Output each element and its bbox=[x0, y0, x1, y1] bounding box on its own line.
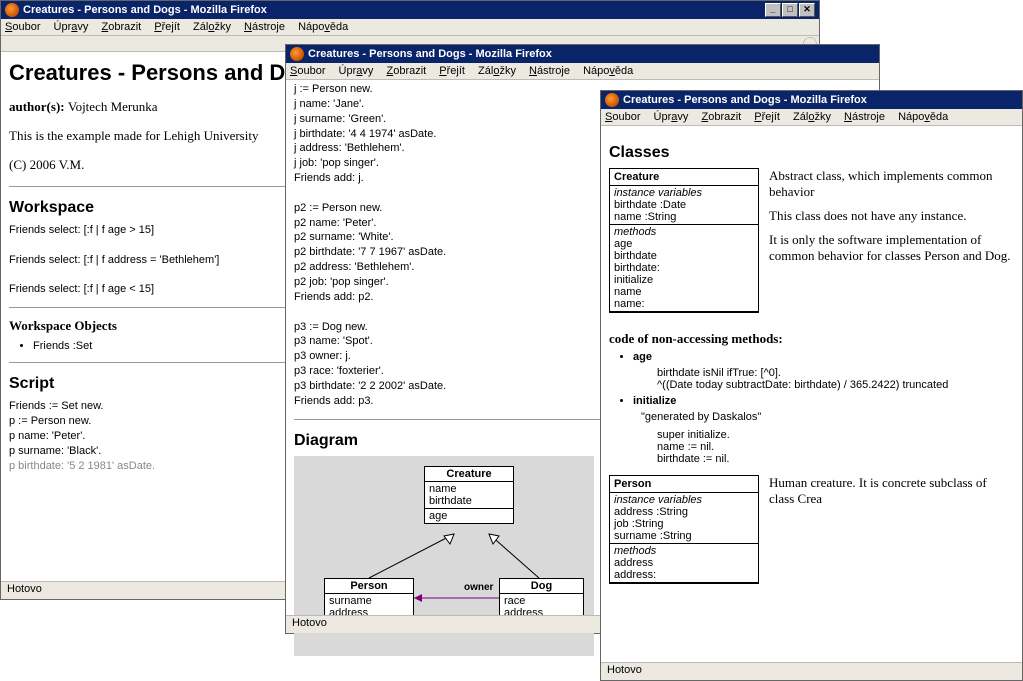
close-button[interactable]: ✕ bbox=[799, 3, 815, 17]
titlebar[interactable]: Creatures - Persons and Dogs - Mozilla F… bbox=[601, 91, 1022, 109]
menubar: Soubor Úpravy Zobrazit Přejít Záložky Ná… bbox=[286, 63, 879, 80]
menu-item[interactable]: Přejít bbox=[154, 21, 180, 33]
firefox-icon bbox=[5, 3, 19, 17]
creature-desc: Abstract class, which implements common … bbox=[769, 168, 1014, 200]
method-bullet: initialize bbox=[633, 395, 1014, 407]
menu-item[interactable]: Záložky bbox=[193, 21, 231, 33]
maximize-button[interactable]: □ bbox=[782, 3, 798, 17]
creature-desc: It is only the software implementation o… bbox=[769, 232, 1014, 264]
menu-item[interactable]: Úpravy bbox=[54, 21, 89, 33]
menu-item[interactable]: Záložky bbox=[478, 65, 516, 77]
class-box-person: Person instance variables address :Strin… bbox=[609, 475, 759, 584]
titlebar[interactable]: Creatures - Persons and Dogs - Mozilla F… bbox=[1, 1, 819, 19]
menu-item[interactable]: Přejít bbox=[439, 65, 465, 77]
menu-item[interactable]: Zobrazit bbox=[101, 21, 141, 33]
menubar: Soubor Úpravy Zobrazit Přejít Záložky Ná… bbox=[601, 109, 1022, 126]
window-buttons: _ □ ✕ bbox=[765, 3, 815, 17]
menu-item[interactable]: Nápověda bbox=[898, 111, 948, 123]
classes-heading: Classes bbox=[609, 144, 1014, 162]
menu-item[interactable]: Nápověda bbox=[583, 65, 633, 77]
method-comment: "generated by Daskalos" bbox=[641, 411, 1014, 423]
menu-item[interactable]: Úpravy bbox=[339, 65, 374, 77]
window-3: Creatures - Persons and Dogs - Mozilla F… bbox=[600, 90, 1023, 681]
menu-item[interactable]: Nápověda bbox=[298, 21, 348, 33]
nonacc-heading: code of non-accessing methods: bbox=[609, 331, 1014, 347]
method-body: birthdate isNil ifTrue: [^0]. ^((Date to… bbox=[657, 367, 1014, 391]
method-bullet: age bbox=[633, 351, 1014, 363]
menu-item[interactable]: Soubor bbox=[5, 21, 40, 33]
window-title: Creatures - Persons and Dogs - Mozilla F… bbox=[308, 48, 552, 60]
menu-item[interactable]: Přejít bbox=[754, 111, 780, 123]
menu-item[interactable]: Nástroje bbox=[529, 65, 570, 77]
statusbar: Hotovo bbox=[601, 662, 1022, 680]
menubar: Soubor Úpravy Zobrazit Přejít Záložky Ná… bbox=[1, 19, 819, 36]
creature-desc: This class does not have any instance. bbox=[769, 208, 1014, 224]
method-body: super initialize. name := nil. birthdate… bbox=[657, 429, 1014, 465]
menu-item[interactable]: Soubor bbox=[290, 65, 325, 77]
menu-item[interactable]: Zobrazit bbox=[386, 65, 426, 77]
menu-item[interactable]: Zobrazit bbox=[701, 111, 741, 123]
window-title: Creatures - Persons and Dogs - Mozilla F… bbox=[623, 94, 867, 106]
menu-item[interactable]: Záložky bbox=[793, 111, 831, 123]
uml-class-creature: Creature namebirthdate age bbox=[424, 466, 514, 524]
person-desc: Human creature. It is concrete subclass … bbox=[769, 475, 1014, 507]
menu-item[interactable]: Nástroje bbox=[844, 111, 885, 123]
firefox-icon bbox=[290, 47, 304, 61]
firefox-icon bbox=[605, 93, 619, 107]
menu-item[interactable]: Nástroje bbox=[244, 21, 285, 33]
menu-item[interactable]: Úpravy bbox=[654, 111, 689, 123]
class-box-creature: Creature instance variables birthdate :D… bbox=[609, 168, 759, 313]
titlebar[interactable]: Creatures - Persons and Dogs - Mozilla F… bbox=[286, 45, 879, 63]
menu-item[interactable]: Soubor bbox=[605, 111, 640, 123]
page-content: Classes Creature instance variables birt… bbox=[601, 126, 1022, 594]
minimize-button[interactable]: _ bbox=[765, 3, 781, 17]
assoc-label: owner bbox=[464, 582, 493, 593]
window-title: Creatures - Persons and Dogs - Mozilla F… bbox=[23, 4, 267, 16]
